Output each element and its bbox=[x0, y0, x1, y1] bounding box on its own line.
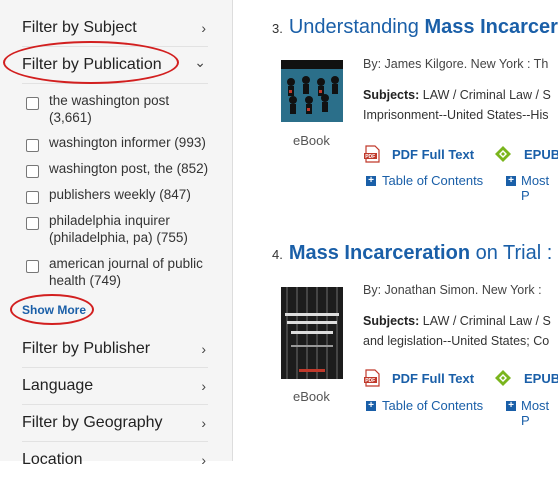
annotation-circle bbox=[10, 294, 94, 325]
book-cover-image[interactable] bbox=[281, 60, 343, 122]
book-cover-image[interactable] bbox=[281, 287, 343, 379]
most-link[interactable]: Most P bbox=[521, 173, 558, 203]
publication-option[interactable]: the washington post (3,661) bbox=[26, 92, 209, 126]
option-label: publishers weekly (847) bbox=[49, 187, 191, 202]
subjects: Subjects: LAW / Criminal Law / S Impriso… bbox=[363, 85, 551, 125]
byline: By: James Kilgore. New York : Th bbox=[363, 57, 549, 71]
publication-option[interactable]: publishers weekly (847) bbox=[26, 186, 209, 204]
option-label: philadelphia inquirer (philadelphia, pa)… bbox=[49, 213, 188, 245]
publication-option[interactable]: washington informer (993) bbox=[26, 134, 209, 152]
result-number: 3. bbox=[272, 21, 283, 36]
byline: By: Jonathan Simon. New York : bbox=[363, 283, 542, 297]
pdf-icon: PDF bbox=[364, 369, 380, 387]
chevron-right-icon: › bbox=[201, 20, 206, 36]
svg-text:PDF: PDF bbox=[365, 378, 375, 384]
checkbox[interactable] bbox=[26, 260, 39, 273]
facet-label: Location bbox=[22, 451, 83, 468]
facet-label: Filter by Subject bbox=[22, 19, 137, 36]
result-number: 4. bbox=[272, 247, 283, 262]
subjects-label: Subjects: bbox=[363, 88, 420, 102]
option-label: washington post, the (852) bbox=[49, 161, 209, 176]
subjects-line1: LAW / Criminal Law / S bbox=[419, 314, 551, 328]
checkbox[interactable] bbox=[26, 165, 39, 178]
epub-link[interactable]: EPUB bbox=[524, 147, 558, 162]
result-title-link[interactable]: 4. Mass Incarceration on Trial : bbox=[272, 242, 552, 265]
subjects-line1: LAW / Criminal Law / S bbox=[419, 88, 551, 102]
facet-filter-by-geography[interactable]: Filter by Geography › bbox=[22, 405, 208, 442]
facet-filter-by-publisher[interactable]: Filter by Publisher › bbox=[22, 331, 208, 368]
title-text: on Trial : bbox=[470, 242, 553, 264]
checkbox[interactable] bbox=[26, 97, 39, 110]
chevron-right-icon: › bbox=[201, 341, 206, 357]
subjects-label: Subjects: bbox=[363, 314, 420, 328]
option-label: american journal of public health (749) bbox=[49, 256, 203, 288]
facet-label: Filter by Geography bbox=[22, 414, 163, 431]
filter-sidebar: Filter by Subject › Filter by Publicatio… bbox=[0, 0, 233, 468]
subjects-line2: Imprisonment--United States--His bbox=[363, 108, 549, 122]
pdf-full-text-link[interactable]: PDF Full Text bbox=[392, 147, 474, 162]
checkbox[interactable] bbox=[26, 191, 39, 204]
facet-label: Filter by Publisher bbox=[22, 340, 151, 357]
expand-plus-icon[interactable]: + bbox=[506, 176, 516, 186]
svg-text:PDF: PDF bbox=[365, 154, 375, 160]
title-highlight: Mass Incarcer bbox=[424, 16, 558, 38]
epub-icon bbox=[495, 146, 511, 162]
chevron-down-icon: ⌄ bbox=[194, 53, 206, 70]
publication-option[interactable]: washington post, the (852) bbox=[26, 160, 209, 178]
option-label: washington informer (993) bbox=[49, 135, 206, 150]
expand-plus-icon[interactable]: + bbox=[366, 176, 376, 186]
table-of-contents-link[interactable]: Table of Contents bbox=[382, 173, 483, 188]
chevron-right-icon: › bbox=[201, 378, 206, 394]
title-highlight: Mass Incarceration bbox=[288, 242, 471, 264]
result-title-link[interactable]: 3. Understanding Mass Incarcer bbox=[272, 16, 558, 39]
chevron-right-icon: › bbox=[201, 452, 206, 468]
format-label: eBook bbox=[293, 133, 330, 148]
table-of-contents-link[interactable]: Table of Contents bbox=[382, 398, 483, 413]
epub-link[interactable]: EPUB bbox=[524, 371, 558, 386]
pdf-icon: PDF bbox=[364, 145, 380, 163]
annotation-circle bbox=[3, 41, 179, 84]
expand-plus-icon[interactable]: + bbox=[506, 401, 516, 411]
title-text: Understanding bbox=[288, 16, 425, 38]
option-label: the washington post (3,661) bbox=[49, 93, 170, 125]
pdf-full-text-link[interactable]: PDF Full Text bbox=[392, 371, 474, 386]
publication-option[interactable]: american journal of public health (749) bbox=[26, 255, 209, 289]
checkbox[interactable] bbox=[26, 139, 39, 152]
expand-plus-icon[interactable]: + bbox=[366, 401, 376, 411]
facet-label: Language bbox=[22, 377, 94, 394]
subjects: Subjects: LAW / Criminal Law / S and leg… bbox=[363, 311, 551, 351]
facet-location[interactable]: Location › bbox=[22, 442, 208, 478]
chevron-right-icon: › bbox=[201, 415, 206, 431]
epub-icon bbox=[495, 370, 511, 386]
most-link[interactable]: Most P bbox=[521, 398, 558, 428]
subjects-line2: and legislation--United States; Co bbox=[363, 334, 550, 348]
publication-option[interactable]: philadelphia inquirer (philadelphia, pa)… bbox=[26, 212, 209, 246]
format-label: eBook bbox=[293, 389, 330, 404]
checkbox[interactable] bbox=[26, 217, 39, 230]
facet-language[interactable]: Language › bbox=[22, 368, 208, 405]
